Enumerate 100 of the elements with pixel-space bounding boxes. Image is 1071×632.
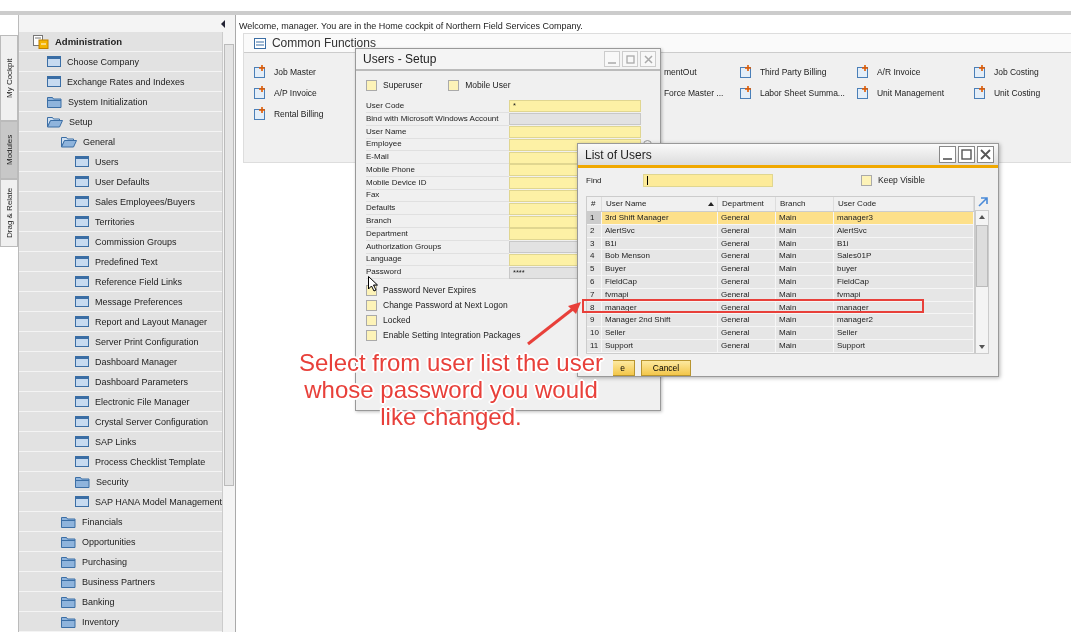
checkbox[interactable]: Keep Visible [861, 174, 926, 186]
tree-item[interactable]: Opportunities [19, 532, 222, 552]
column-header[interactable]: User Code [834, 197, 974, 211]
table-cell: General [718, 237, 776, 250]
tree-item[interactable]: Report and Layout Manager [19, 312, 222, 332]
checkbox[interactable]: Change Password at Next Logon [366, 300, 508, 311]
input-field[interactable] [509, 126, 641, 138]
shortcut-link[interactable]: Job Costing [973, 65, 1039, 78]
minimize-button[interactable] [939, 146, 956, 163]
checkbox[interactable]: Locked [366, 315, 411, 326]
table-cell: Main [776, 263, 834, 275]
tree-item[interactable]: System Initialization [19, 92, 222, 112]
tree-item[interactable]: Crystal Server Configuration [19, 412, 222, 432]
tree-item[interactable]: Predefined Text [19, 252, 222, 272]
shortcut-link[interactable]: Force Master ... [663, 87, 724, 98]
tree-item[interactable]: Banking [19, 592, 222, 612]
shortcut-link[interactable]: Unit Costing [973, 86, 1041, 99]
shortcut-link[interactable]: Job Master [253, 61, 316, 82]
tree-item[interactable]: Choose Company [19, 52, 222, 72]
table-cell: Main [776, 224, 834, 237]
mouse-pointer-icon [368, 276, 379, 292]
shortcut-link[interactable]: A/R Invoice [856, 65, 921, 78]
tree-item[interactable]: Territories [19, 212, 222, 232]
field-label: User Code [366, 99, 509, 113]
shortcut-link[interactable]: Third Party Billing [739, 65, 827, 78]
window-icon [75, 296, 89, 307]
column-header[interactable]: Department [718, 197, 776, 211]
tree-item[interactable]: Dashboard Manager [19, 352, 222, 372]
tree-item[interactable]: Sales Employees/Buyers [19, 192, 222, 212]
column-header[interactable]: Branch [776, 197, 834, 211]
tree-item[interactable]: SAP Links [19, 432, 222, 452]
dialog-button[interactable]: e [613, 359, 635, 376]
find-field[interactable] [643, 173, 773, 187]
tree-item[interactable]: User Defaults [19, 172, 222, 192]
document-plus-icon [253, 65, 267, 78]
table-cell: Main [776, 237, 834, 250]
table-cell: fvmapi [602, 288, 718, 301]
tree-item[interactable]: Process Checklist Template [19, 452, 222, 472]
table-cell: AlertSvc [834, 224, 974, 237]
tree-item[interactable]: Server Print Configuration [19, 332, 222, 352]
checkbox[interactable]: Enable Setting Integration Packages [366, 330, 521, 341]
shortcut-link[interactable]: A/P Invoice [253, 82, 317, 103]
shortcut-link[interactable]: Labor Sheet Summa... [739, 86, 845, 99]
shortcut-link[interactable]: mentOut [663, 66, 697, 77]
row-number: 4 [587, 250, 602, 263]
tree-item[interactable]: Dashboard Parameters [19, 372, 222, 392]
field-label: Mobile Device ID [366, 176, 509, 190]
maximize-button[interactable] [958, 146, 975, 163]
table-cell: Seller [834, 327, 974, 339]
table-row[interactable]: 5 Buyer General Main buyer [587, 263, 974, 276]
tree-item[interactable]: Message Preferences [19, 292, 222, 312]
window-icon [75, 496, 89, 507]
table-cell: 3rd Shift Manager [602, 212, 718, 224]
find-label: Find [586, 175, 603, 185]
close-icon [980, 149, 991, 160]
tree-item[interactable]: Reference Field Links [19, 272, 222, 292]
side-tab[interactable]: Modules [0, 121, 18, 179]
tree-item[interactable]: Electronic File Manager [19, 392, 222, 412]
tree-item[interactable]: Financials [19, 512, 222, 532]
field-label: Bind with Microsoft Windows Account [366, 112, 509, 126]
column-header[interactable]: User Name [602, 197, 718, 211]
tree-item[interactable]: Business Partners [19, 572, 222, 592]
table-row[interactable]: 1 3rd Shift Manager General Main manager3 [587, 212, 974, 225]
tree-item[interactable]: Exchange Rates and Indexes [19, 72, 222, 92]
close-button[interactable] [977, 146, 994, 163]
column-header[interactable]: # [587, 197, 602, 211]
tree-item[interactable]: General [19, 132, 222, 152]
tree-item[interactable]: Administration [19, 32, 222, 52]
table-row[interactable]: 9 Manager 2nd Shift General Main manager2 [587, 314, 974, 328]
maximize-button[interactable] [622, 51, 638, 67]
document-plus-icon [739, 65, 753, 78]
tree-item[interactable]: Setup [19, 112, 222, 132]
tree-item[interactable]: Inventory [19, 612, 222, 632]
window-icon [75, 256, 89, 267]
window-icon [75, 276, 89, 287]
shortcut-link[interactable]: Rental Billing [253, 103, 324, 124]
checkbox[interactable]: Mobile User [448, 79, 511, 91]
window-icon [47, 56, 61, 67]
tree-item[interactable]: Commission Groups [19, 232, 222, 252]
side-tab[interactable]: Drag & Relate [0, 179, 18, 247]
field-label: Authorization Groups [366, 240, 509, 254]
table-row[interactable]: 4 Bob Menson General Main Sales01P [587, 250, 974, 264]
table-cell: B1i [602, 237, 718, 250]
checkbox[interactable]: Superuser [366, 79, 423, 91]
expand-arrow-icon[interactable] [977, 196, 989, 208]
collapse-arrow-icon[interactable] [220, 19, 225, 28]
table-cell: General [718, 276, 776, 288]
table-cell: General [718, 314, 776, 327]
shortcut-link[interactable]: Unit Management [856, 86, 944, 99]
table-cell: Seller [602, 327, 718, 339]
tree-item[interactable]: Users [19, 152, 222, 172]
table-row[interactable]: 10 Seller General Main Seller [587, 327, 974, 340]
table-cell: Main [776, 212, 834, 224]
side-tab[interactable]: My Cockpit [0, 35, 18, 121]
tree-item[interactable]: SAP HANA Model Management [19, 492, 222, 512]
table-cell: manager3 [834, 212, 974, 224]
tree-item[interactable]: Security [19, 472, 222, 492]
dialog-button[interactable]: Cancel [641, 359, 691, 376]
tree-item[interactable]: Purchasing [19, 552, 222, 572]
scrollbar[interactable] [975, 210, 989, 354]
